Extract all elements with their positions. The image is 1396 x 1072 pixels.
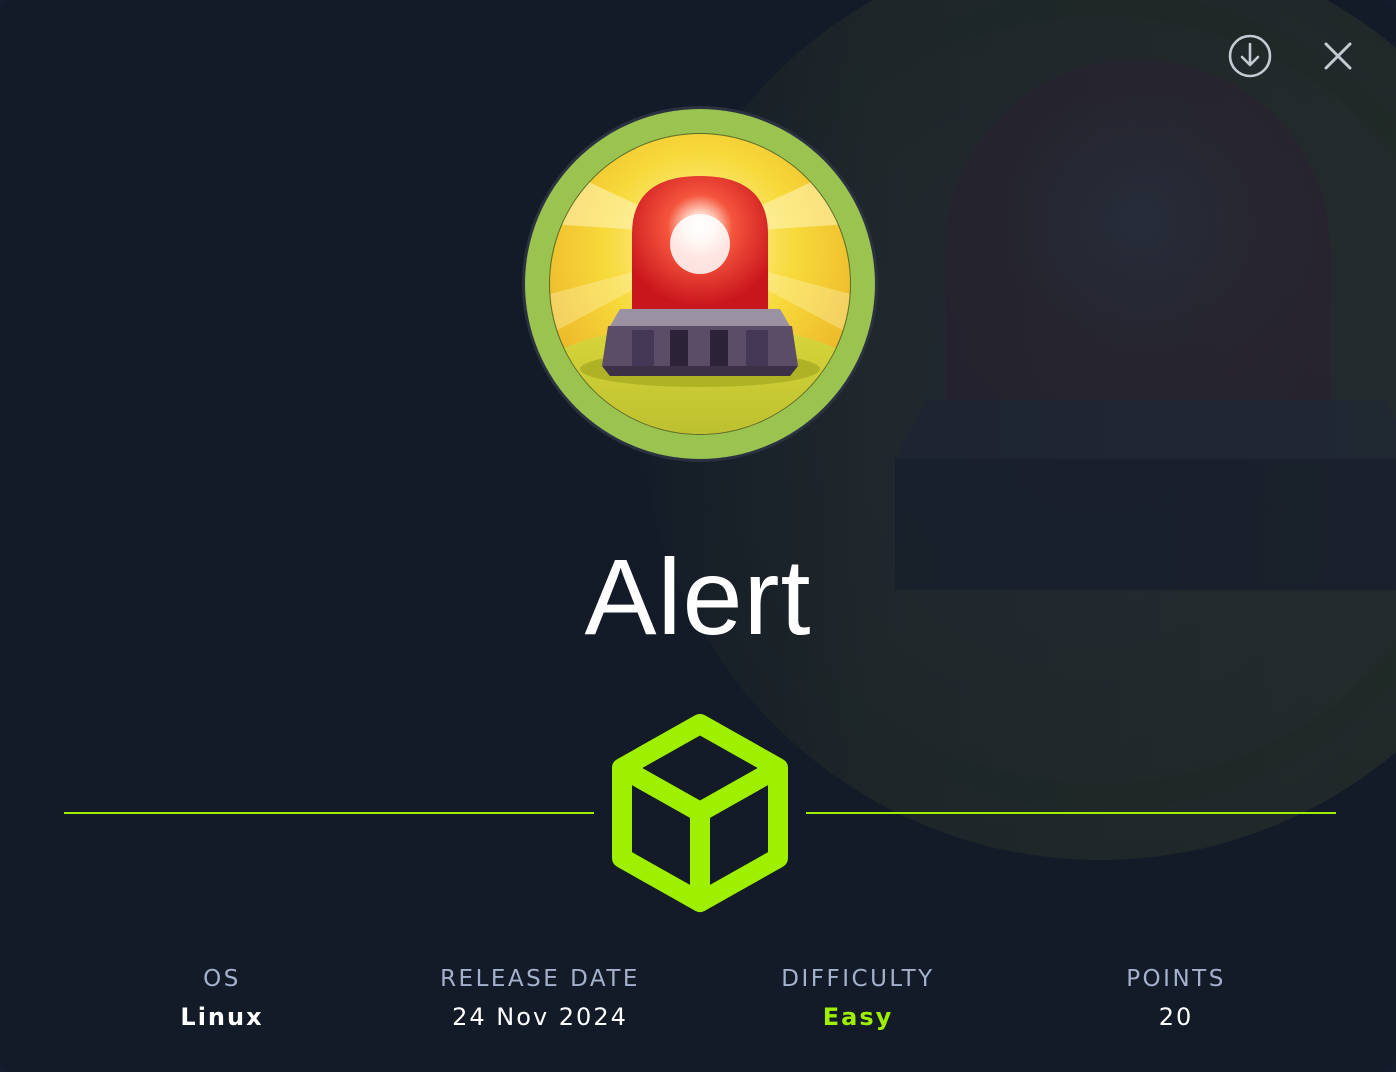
stat-release-date-value: 24 Nov 2024: [452, 1003, 628, 1031]
stat-difficulty-label: DIFFICULTY: [781, 966, 935, 992]
download-button[interactable]: [1226, 32, 1274, 80]
machine-card: Alert OS Linux RELEASE DATE 24 Nov 2024 …: [0, 0, 1396, 1072]
download-circle-icon: [1228, 34, 1272, 78]
siren-icon: [522, 106, 878, 462]
close-button[interactable]: [1314, 32, 1362, 80]
stat-os-label: OS: [203, 966, 241, 992]
stat-release-date-label: RELEASE DATE: [440, 966, 640, 992]
stat-points-label: POINTS: [1126, 966, 1226, 992]
cube-icon: [610, 712, 790, 914]
machine-title: Alert: [584, 536, 812, 657]
stat-difficulty: DIFFICULTY Easy: [708, 962, 1008, 1034]
divider-line-right: [806, 812, 1336, 814]
stat-points: POINTS 20: [1026, 962, 1326, 1034]
divider-line-left: [64, 812, 594, 814]
machine-stats: OS Linux RELEASE DATE 24 Nov 2024 DIFFIC…: [0, 962, 1396, 1042]
stat-os-value: Linux: [180, 1003, 264, 1031]
stat-points-value: 20: [1158, 1003, 1194, 1031]
stat-os: OS Linux: [72, 962, 372, 1034]
close-icon: [1324, 42, 1352, 70]
machine-avatar: [520, 104, 880, 464]
stat-release-date: RELEASE DATE 24 Nov 2024: [390, 962, 690, 1034]
header-actions: [1226, 32, 1362, 80]
stat-difficulty-value: Easy: [822, 1003, 894, 1031]
